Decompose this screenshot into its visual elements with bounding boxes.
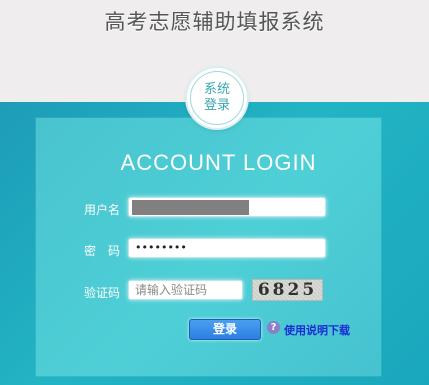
captcha-input[interactable]: 请输入验证码 (128, 280, 243, 300)
question-circle-icon[interactable]: ? (267, 321, 280, 334)
redacted-username (132, 200, 249, 215)
login-button[interactable]: 登录 (189, 319, 261, 340)
password-label: 密 码 (84, 244, 121, 258)
captcha-image[interactable]: 6825 (252, 279, 323, 301)
password-value: •••••••• (135, 241, 187, 254)
password-field[interactable]: •••••••• (128, 238, 326, 258)
login-heading: ACCOUNT LOGIN (120, 150, 317, 175)
manual-download-link[interactable]: 使用说明下载 (284, 322, 350, 338)
badge-line-1: 系统 (203, 82, 230, 97)
username-field[interactable] (128, 197, 326, 217)
login-badge: 系统 登录 (187, 68, 247, 128)
captcha-label: 验证码 (84, 286, 121, 300)
badge-ring: 系统 登录 (190, 71, 244, 125)
username-label: 用户名 (84, 203, 121, 217)
page-title: 高考志愿辅助填报系统 (104, 10, 325, 34)
captcha-placeholder: 请输入验证码 (135, 283, 208, 297)
badge-line-2: 登录 (203, 98, 230, 113)
